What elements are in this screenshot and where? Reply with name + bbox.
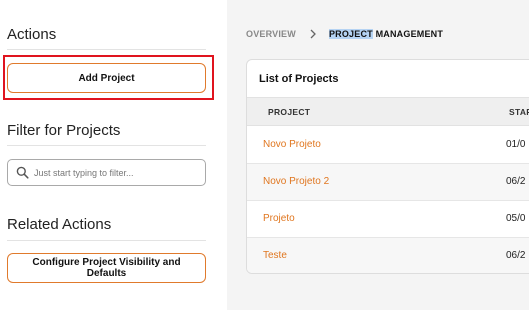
- project-link[interactable]: Projeto: [263, 213, 295, 224]
- filter-input[interactable]: [34, 167, 194, 178]
- project-link[interactable]: Novo Projeto 2: [263, 176, 329, 187]
- project-start-date: 01/0: [506, 139, 526, 150]
- table-row: Novo Projeto 2 06/2: [247, 164, 529, 201]
- project-link[interactable]: Novo Projeto: [263, 139, 321, 150]
- breadcrumb-current: PROJECT MANAGEMENT: [328, 29, 444, 39]
- project-start-date: 06/2: [506, 250, 526, 261]
- breadcrumb-current-highlighted: PROJECT: [328, 29, 373, 39]
- related-actions-heading: Related Actions: [7, 216, 112, 233]
- filter-field[interactable]: [7, 159, 206, 186]
- actions-divider: [7, 49, 206, 50]
- breadcrumb: OVERVIEW PROJECT MANAGEMENT: [246, 28, 443, 40]
- table-row: Teste 06/2: [247, 238, 529, 273]
- breadcrumb-overview-link[interactable]: OVERVIEW: [246, 29, 296, 39]
- column-header-start[interactable]: STAR: [509, 107, 529, 117]
- sidebar: Actions Add Project Filter for Projects …: [0, 0, 227, 310]
- projects-card-title: List of Projects: [259, 73, 339, 85]
- actions-heading: Actions: [7, 26, 57, 43]
- search-icon: [16, 166, 29, 179]
- table-row: Novo Projeto 01/0: [247, 127, 529, 164]
- project-start-date: 06/2: [506, 176, 526, 187]
- related-actions-divider: [7, 240, 206, 241]
- projects-table-header: PROJECT STAR: [247, 97, 529, 126]
- app-root: Actions Add Project Filter for Projects …: [0, 0, 529, 310]
- project-link[interactable]: Teste: [263, 250, 287, 261]
- filter-divider: [7, 145, 206, 146]
- table-row: Projeto 05/0: [247, 201, 529, 238]
- project-start-date: 05/0: [506, 213, 526, 224]
- chevron-right-icon: [310, 29, 316, 39]
- add-project-button[interactable]: Add Project: [7, 63, 206, 93]
- column-header-project[interactable]: PROJECT: [268, 107, 310, 117]
- main-content: OVERVIEW PROJECT MANAGEMENT List of Proj…: [227, 0, 529, 310]
- breadcrumb-current-rest: MANAGEMENT: [372, 29, 444, 39]
- configure-visibility-button[interactable]: Configure Project Visibility and Default…: [7, 253, 206, 283]
- filter-heading: Filter for Projects: [7, 122, 121, 139]
- projects-card: List of Projects PROJECT STAR Novo Proje…: [246, 59, 529, 274]
